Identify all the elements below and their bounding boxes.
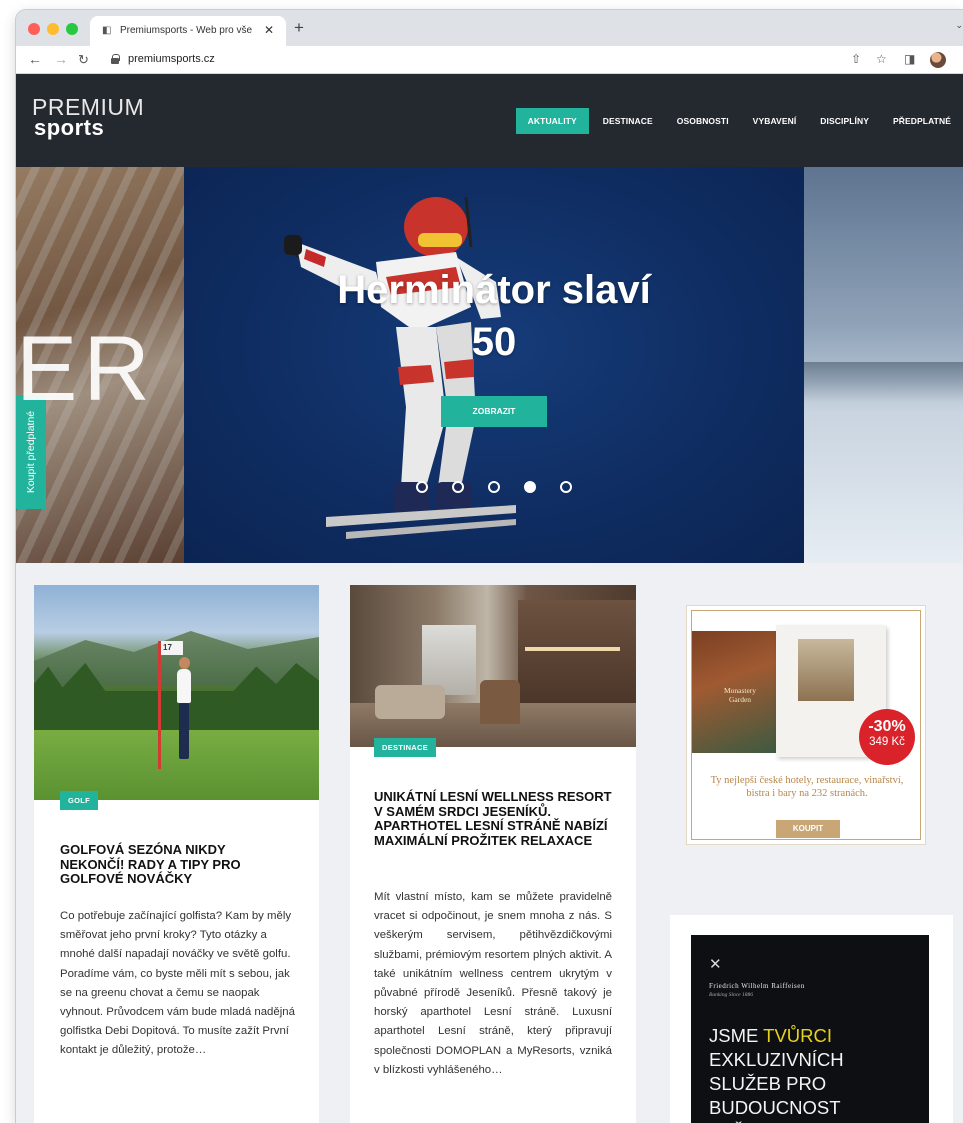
hero-title-line2: 50 [471,320,517,364]
lock-icon[interactable] [111,54,120,64]
share-icon[interactable]: ⇧ [851,52,861,66]
minimize-window-button[interactable] [47,23,59,35]
article-image-golf[interactable]: 17 [34,585,319,800]
article-card-golf[interactable]: 17 GOLF GOLFOVÁ SEZÓNA NIKDY NEKONČÍ! RA… [34,585,319,1123]
golfer-head-shape [179,657,190,669]
book-ad-border: Monastery Garden -30% 349 Kč Ty nejlepší… [691,610,921,840]
site-logo[interactable]: PREMIUM sports [32,96,144,139]
address-bar-url[interactable]: premiumsports.cz [128,53,215,65]
slider-dots [416,481,572,493]
browser-toolbar: ← → ↻ premiumsports.cz ⇧ ☆ ◨ [16,46,963,74]
book-ad-text: Ty nejlepší české hotely, restaurace, vi… [710,775,904,799]
slider-dot-5[interactable] [560,481,572,493]
sofa-shape [375,685,445,719]
shelf-light-shape [525,647,620,651]
logo-sports-text: sports [34,115,105,140]
bank-brand-sub: Banking Since 1886 [709,992,753,998]
discount-badge: -30% 349 Kč [859,709,915,765]
golfer-legs-shape [179,703,189,759]
site-favicon-icon: ◧ [102,25,112,36]
close-window-button[interactable] [28,23,40,35]
book-left-page: Monastery Garden [692,631,776,753]
nav-item-vybaveni[interactable]: VYBAVENÍ [741,108,809,134]
main-navigation: AKTUALITY DESTINACE OSOBNOSTI VYBAVENÍ D… [515,108,963,134]
golfer-top-shape [177,669,191,703]
raiffeisen-logo-icon: ✕ [709,956,722,973]
side-panel-icon[interactable]: ◨ [904,52,915,66]
book-advertisement[interactable]: Monastery Garden -30% 349 Kč Ty nejlepší… [686,605,926,845]
hero-title: Herminátor slaví 50 [244,264,744,368]
hero-next-slide-image[interactable] [804,167,963,563]
tab-bar: ◧ Premiumsports - Web pro vše ✕ + ⌄ [16,10,963,46]
nav-item-destinace[interactable]: DESTINACE [591,108,665,134]
new-tab-button[interactable]: + [294,18,304,38]
chair-shape [480,680,520,724]
slider-dot-4-active[interactable] [524,481,536,493]
book-page-title: Monastery Garden [723,686,757,704]
nav-item-discipliny[interactable]: DISCIPLÍNY [808,108,881,134]
book-photo [798,639,854,701]
buy-button[interactable]: KOUPIT [776,820,840,838]
article-card-destinace[interactable]: DESTINACE UNIKÁTNÍ LESNÍ WELLNESS RESORT… [350,585,636,1123]
flag-number: 17 [161,641,183,655]
nav-item-predplatne[interactable]: PŘEDPLATNÉ [881,108,963,134]
forward-arrow-icon[interactable]: → [54,51,68,67]
hero-title-line1: Herminátor slaví [337,268,651,312]
flag-pole-shape [158,641,161,769]
hero-show-button[interactable]: ZOBRAZIT [441,396,547,427]
content-area: 17 GOLF GOLFOVÁ SEZÓNA NIKDY NEKONČÍ! RA… [16,563,963,1123]
article-title[interactable]: GOLFOVÁ SEZÓNA NIKDY NEKONČÍ! RADY A TIP… [60,842,290,887]
back-arrow-icon[interactable]: ← [28,51,42,67]
slider-dot-3[interactable] [488,481,500,493]
slider-dot-2[interactable] [452,481,464,493]
tab-search-icon[interactable]: ⌄ [955,20,963,31]
article-title[interactable]: UNIKÁTNÍ LESNÍ WELLNESS RESORT V SAMÉM S… [374,789,614,848]
bank-brand: Friedrich Wilhelm Raiffeisen [709,982,805,990]
article-category-tag[interactable]: DESTINACE [374,738,437,757]
article-image-interior[interactable] [350,585,636,747]
headline-highlight: TVŮRCI [763,1025,833,1046]
nav-item-osobnosti[interactable]: OSOBNOSTI [665,108,741,134]
article-excerpt: Co potřebuje začínající golfista? Kam by… [60,910,295,1057]
reload-icon[interactable]: ↻ [78,52,89,68]
side-tab-label: Koupit předplatné [25,410,37,494]
site-header: PREMIUM sports AKTUALITY DESTINACE OSOBN… [16,74,963,167]
bookmark-star-icon[interactable]: ☆ [876,52,887,66]
browser-window: ◧ Premiumsports - Web pro vše ✕ + ⌄ ← → … [16,10,963,1123]
hero-slider[interactable]: ER Herminátor slaví 50 ZOBRAZIT Koupit p… [16,167,963,563]
hero-skier-image [284,196,516,539]
headline-rest: EXKLUZIVNÍCH SLUŽEB PRO BUDOUCNOST VAŠEH… [709,1049,876,1123]
tab-title: Premiumsports - Web pro vše [120,25,253,36]
hero-prev-slide-letters: ER [16,318,156,420]
bank-headline: JSME TVŮRCI EXKLUZIVNÍCH SLUŽEB PRO BUDOU… [709,1024,919,1123]
maximize-window-button[interactable] [66,23,78,35]
kitchen-cabinets-shape [518,600,636,708]
golf-green-shape [34,730,319,800]
article-category-tag[interactable]: GOLF [60,791,99,810]
bank-advertisement[interactable]: ✕ Friedrich Wilhelm Raiffeisen Banking S… [691,935,929,1123]
discount-percent: -30% [868,718,906,735]
article-excerpt: Mít vlastní místo, kam se můžete pravide… [374,891,612,1076]
browser-tab[interactable]: ◧ Premiumsports - Web pro vše ✕ [90,16,286,46]
slider-dot-1[interactable] [416,481,428,493]
nav-item-aktuality[interactable]: AKTUALITY [515,108,589,134]
headline-pre: JSME [709,1025,764,1046]
profile-avatar[interactable] [930,52,946,68]
discount-price: 349 Kč [869,736,905,748]
tab-close-icon[interactable]: ✕ [264,23,274,37]
